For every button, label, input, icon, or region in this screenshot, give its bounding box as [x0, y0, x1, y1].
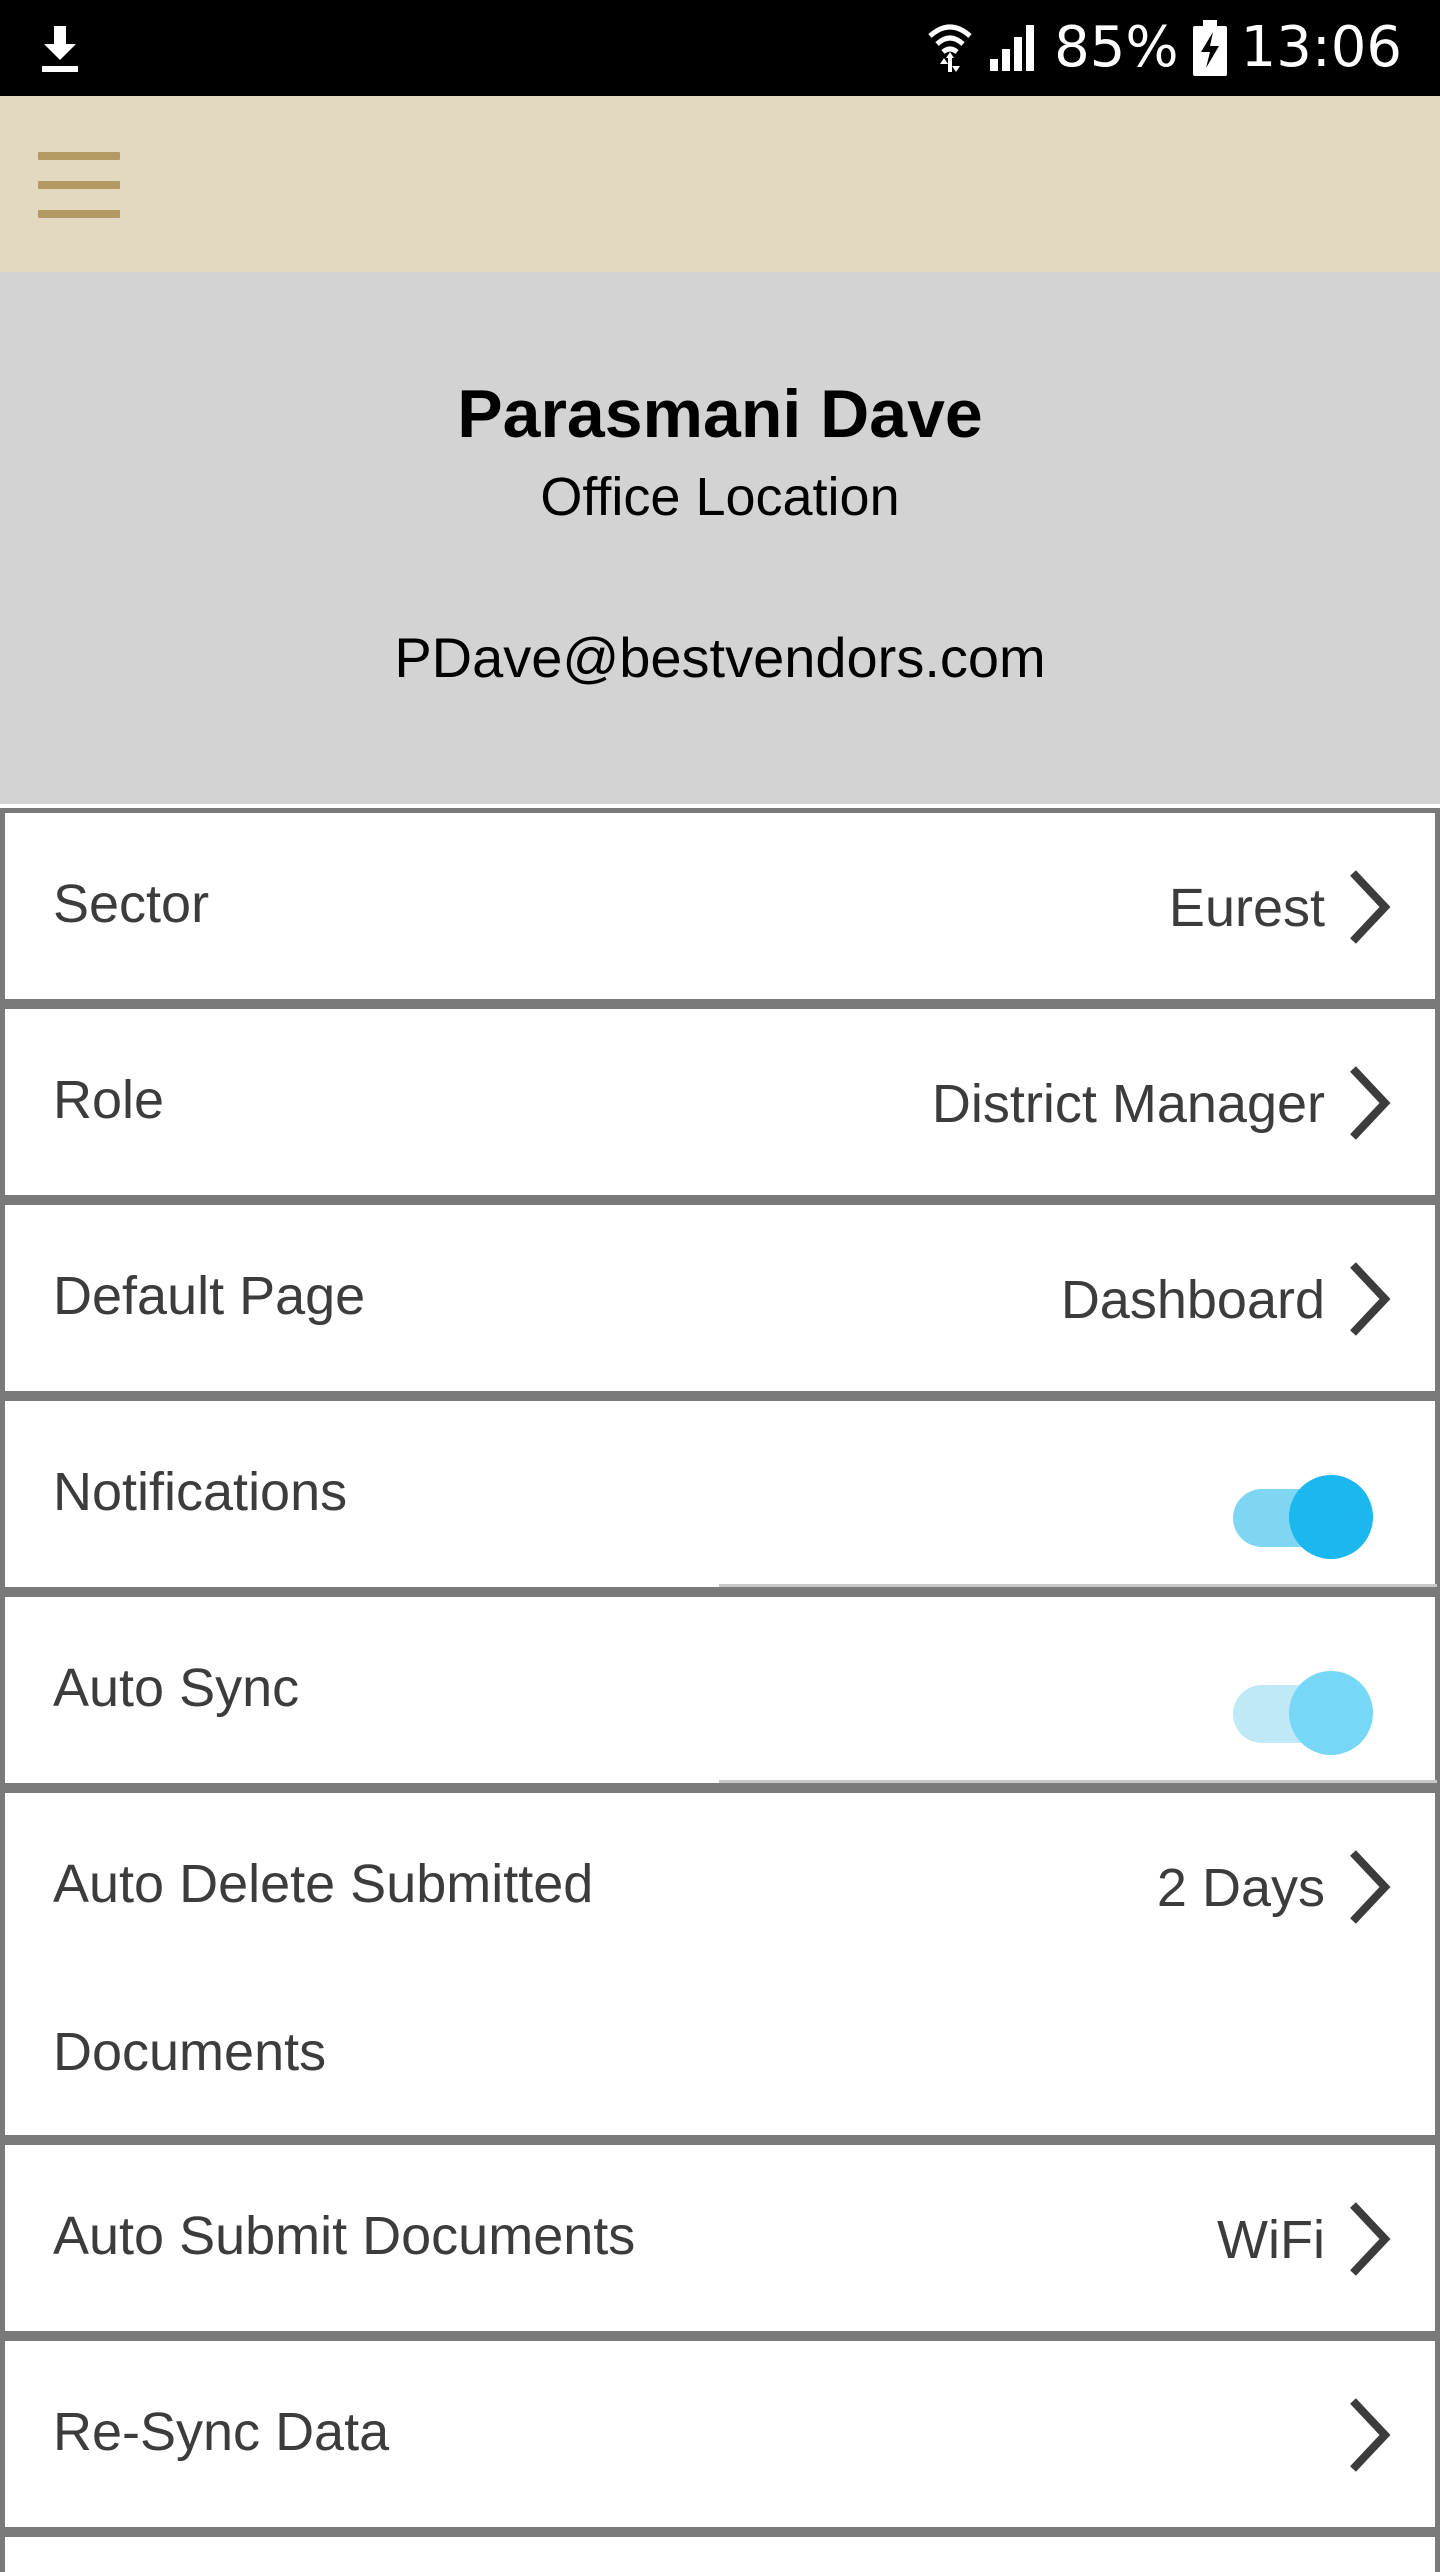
chevron-right-icon: [1350, 870, 1391, 944]
profile-header: Parasmani Dave Office Location PDave@bes…: [0, 272, 1440, 804]
setting-label: Default Page: [53, 1266, 366, 1326]
hamburger-menu-icon[interactable]: [38, 152, 120, 218]
setting-value: WiFi: [1217, 2210, 1325, 2270]
setting-label: Auto Sync: [53, 1658, 300, 1718]
auto-sync-toggle[interactable]: [1225, 1663, 1373, 1755]
setting-row-default-page[interactable]: Default Page Dashboard: [0, 1200, 1440, 1396]
setting-row-partial[interactable]: [0, 2532, 1440, 2572]
setting-label-line1: Auto Delete Submitted: [53, 1854, 594, 1914]
setting-value: District Manager: [931, 1074, 1325, 1134]
chevron-right-icon: [1350, 1066, 1391, 1140]
setting-value: Eurest: [1168, 878, 1325, 938]
setting-label: Auto Submit Documents: [53, 2206, 636, 2266]
chevron-right-icon: [1350, 1262, 1391, 1336]
setting-row-auto-submit[interactable]: Auto Submit Documents WiFi: [0, 2140, 1440, 2336]
profile-location: Office Location: [540, 467, 900, 527]
setting-row-resync-data[interactable]: Re-Sync Data: [0, 2336, 1440, 2532]
download-icon: [42, 26, 78, 72]
setting-value: 2 Days: [1156, 1858, 1325, 1918]
setting-label: Role: [53, 1070, 165, 1130]
app-bar: [0, 96, 1440, 272]
battery-percent: 85%: [1054, 15, 1179, 80]
setting-row-role[interactable]: Role District Manager: [0, 1004, 1440, 1200]
setting-row-sector[interactable]: Sector Eurest: [0, 808, 1440, 1004]
status-indicators: 85% 13:06: [926, 0, 1402, 96]
signal-icon: [990, 25, 1035, 71]
profile-email: PDave@bestvendors.com: [394, 626, 1046, 689]
divider: [719, 1780, 1437, 1783]
setting-label: Notifications: [53, 1462, 348, 1522]
setting-row-notifications: Notifications: [0, 1396, 1440, 1592]
chevron-right-icon: [1350, 1850, 1391, 1924]
profile-name: Parasmani Dave: [457, 376, 983, 452]
chevron-right-icon: [1350, 2398, 1391, 2472]
wifi-icon: [928, 24, 972, 72]
setting-row-auto-sync: Auto Sync: [0, 1592, 1440, 1788]
status-bar: 85% 13:06: [0, 0, 1440, 96]
notifications-toggle[interactable]: [1225, 1467, 1373, 1559]
setting-label-line2: Documents: [53, 2022, 327, 2082]
chevron-right-icon: [1350, 2202, 1391, 2276]
battery-charging-icon: [1192, 20, 1227, 76]
setting-row-auto-delete[interactable]: Auto Delete Submitted Documents 2 Days: [0, 1788, 1440, 2140]
setting-label: Re-Sync Data: [53, 2402, 390, 2462]
toggle-thumb: [1289, 1671, 1373, 1755]
clock: 13:06: [1240, 15, 1402, 80]
setting-value: Dashboard: [1060, 1270, 1325, 1330]
toggle-thumb: [1289, 1475, 1373, 1559]
setting-label: Sector: [53, 874, 210, 934]
divider: [719, 1584, 1437, 1587]
